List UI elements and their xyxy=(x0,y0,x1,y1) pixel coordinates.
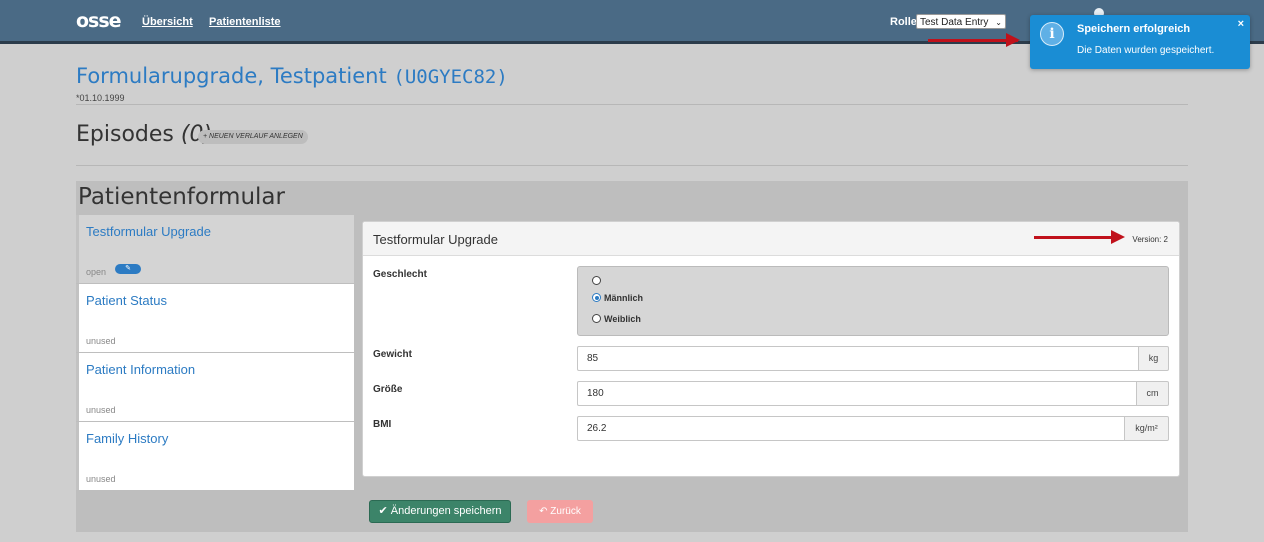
height-input[interactable]: 180 xyxy=(577,381,1137,406)
form-list-item-name: Family History xyxy=(86,431,169,446)
form-version: Version: 2 xyxy=(1132,235,1168,244)
annotation-arrow-version xyxy=(1034,236,1114,239)
form-list-item-status: unused xyxy=(86,405,116,415)
form-title: Testformular Upgrade xyxy=(373,232,498,247)
nav-link-patient-list[interactable]: Patientenliste xyxy=(209,16,281,28)
patient-dob: *01.10.1999 xyxy=(76,93,125,103)
close-icon[interactable]: × xyxy=(1238,18,1244,30)
bmi-unit: kg/m² xyxy=(1125,416,1169,441)
form-list-item-status: unused xyxy=(86,474,116,484)
new-episode-button[interactable]: + NEUEN VERLAUF ANLEGEN xyxy=(198,130,308,144)
check-icon: ✔ xyxy=(378,505,388,517)
form-card: Testformular Upgrade Version: 2 Geschlec… xyxy=(362,221,1180,477)
form-list-item-name: Patient Status xyxy=(86,293,167,308)
patient-id: (U0GYEC82) xyxy=(393,66,508,88)
gender-radio-group: Männlich Weiblich xyxy=(577,266,1169,336)
height-label: Größe xyxy=(373,384,403,395)
form-list-item-testformular-upgrade[interactable]: Testformular Upgrade open ✎ xyxy=(76,215,354,283)
form-list-item-name: Testformular Upgrade xyxy=(86,224,211,239)
bmi-input-group: 26.2 kg/m² xyxy=(577,416,1169,441)
osse-logo[interactable]: osse xyxy=(76,10,122,32)
role-label: Rolle xyxy=(890,16,917,28)
nav-link-overview[interactable]: Übersicht xyxy=(142,16,193,28)
gender-label: Geschlecht xyxy=(373,269,427,280)
form-list-item-status: open xyxy=(86,267,107,277)
gender-option-label: Weiblich xyxy=(604,314,641,324)
weight-input[interactable]: 85 xyxy=(577,346,1139,371)
page-title: Formularupgrade, Testpatient (U0GYEC82) xyxy=(76,64,508,88)
radio-checked-icon xyxy=(592,293,601,302)
role-select[interactable]: Test Data Entry ⌄ xyxy=(916,14,1006,29)
episodes-label: Episodes xyxy=(76,122,174,147)
height-unit: cm xyxy=(1137,381,1169,406)
edit-icon[interactable]: ✎ xyxy=(115,264,141,274)
gender-option-empty[interactable] xyxy=(592,276,604,286)
form-header: Testformular Upgrade Version: 2 xyxy=(363,222,1179,256)
weight-unit: kg xyxy=(1139,346,1169,371)
bmi-label: BMI xyxy=(373,419,392,430)
form-list-item-patient-information[interactable]: Patient Information unused xyxy=(76,353,354,421)
patient-form-panel: Patientenformular Testformular Upgrade o… xyxy=(76,181,1188,532)
patient-form-title: Patientenformular xyxy=(78,184,285,210)
annotation-arrowhead-version xyxy=(1111,230,1125,244)
back-button[interactable]: ↶ Zurück xyxy=(527,500,593,523)
undo-icon: ↶ xyxy=(539,506,548,517)
form-list-item-status: unused xyxy=(86,336,116,346)
save-button-label: Änderungen speichern xyxy=(390,505,502,517)
radio-icon xyxy=(592,314,601,323)
gender-option-female[interactable]: Weiblich xyxy=(592,314,641,324)
role-select-value: Test Data Entry xyxy=(920,17,989,28)
toast-message: Die Daten wurden gespeichert. xyxy=(1077,45,1215,56)
annotation-arrowhead-toast xyxy=(1006,33,1020,47)
save-changes-button[interactable]: ✔ Änderungen speichern xyxy=(369,500,511,523)
episodes-heading: Episodes (0) xyxy=(76,122,212,147)
height-input-group: 180 cm xyxy=(577,381,1169,406)
chevron-down-icon: ⌄ xyxy=(995,18,1002,27)
divider xyxy=(76,104,1188,105)
radio-icon xyxy=(592,276,601,285)
info-icon: i xyxy=(1040,22,1064,46)
divider xyxy=(76,165,1188,166)
toast-title: Speichern erfolgreich xyxy=(1077,23,1191,35)
success-toast: i Speichern erfolgreich Die Daten wurden… xyxy=(1030,15,1250,69)
weight-label: Gewicht xyxy=(373,349,412,360)
form-list-item-family-history[interactable]: Family History unused xyxy=(76,422,354,490)
patient-name: Formularupgrade, Testpatient xyxy=(76,64,387,88)
form-list-item-name: Patient Information xyxy=(86,362,196,377)
bmi-input[interactable]: 26.2 xyxy=(577,416,1125,441)
back-button-label: Zurück xyxy=(550,506,581,517)
form-list-item-patient-status[interactable]: Patient Status unused xyxy=(76,284,354,352)
gender-option-label: Männlich xyxy=(604,293,644,303)
annotation-arrow-toast xyxy=(928,39,1018,42)
gender-option-male[interactable]: Männlich xyxy=(592,293,643,303)
weight-input-group: 85 kg xyxy=(577,346,1169,371)
